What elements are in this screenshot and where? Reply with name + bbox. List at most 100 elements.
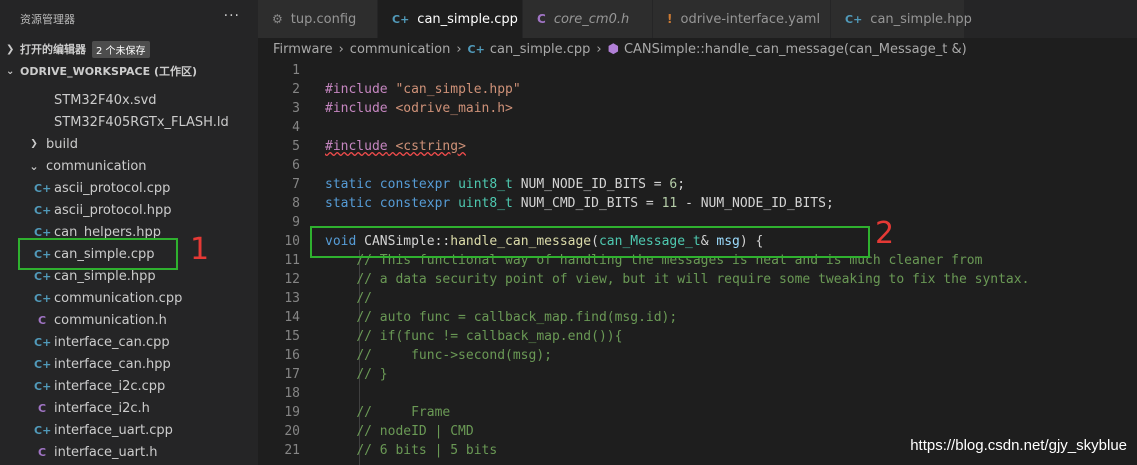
tab-can-simple-cpp[interactable]: C+ can_simple.cpp — [378, 0, 523, 38]
tab-core-cm0-h[interactable]: Ccore_cm0.h — [523, 0, 653, 38]
tree-item-label: interface_uart.cpp — [54, 422, 173, 438]
line-code: // a data security point of view, but it… — [356, 272, 1030, 287]
tree-item-label: communication.cpp — [54, 290, 183, 306]
tree-item-ascii-protocol-hpp[interactable]: C+ ascii_protocol.hpp — [34, 199, 172, 221]
chevron-down-icon: ⌄ — [6, 65, 15, 77]
tree-item-label: can_simple.hpp — [54, 268, 156, 284]
breadcrumb-communication[interactable]: communication — [350, 42, 451, 57]
tree-item-label: ascii_protocol.hpp — [54, 202, 172, 218]
line-code: static constexpr uint8_t NUM_NODE_ID_BIT… — [325, 177, 686, 192]
tree-item-stm32f40x-svd[interactable]: STM32F40x.svd — [34, 89, 157, 111]
explorer-sidebar: 资源管理器 ··· ❯ 打开的编辑器 2 个未保存 ⌄ ODRIVE_WORKS… — [0, 0, 258, 465]
cpp-file-icon: C+ — [34, 291, 52, 305]
tree-item-label: communication.h — [54, 312, 167, 328]
highlight-box-file — [18, 238, 178, 270]
tree-item-interface-can-hpp[interactable]: C+ interface_can.hpp — [34, 353, 171, 375]
tree-item-build[interactable]: ❯ build — [26, 133, 78, 155]
annotation-marker-1: 1 — [190, 232, 210, 267]
chevron-right-icon: › — [596, 41, 602, 57]
tree-item-communication-cpp[interactable]: C+ communication.cpp — [34, 287, 182, 309]
tree-item-label: interface_i2c.cpp — [54, 378, 166, 394]
tree-item-interface-i2c-cpp[interactable]: C+ interface_i2c.cpp — [34, 375, 165, 397]
cpp-file-icon: C+ — [467, 42, 485, 56]
cpp-file-icon: C+ — [34, 269, 52, 283]
tree-item-interface-i2c-h[interactable]: Cinterface_i2c.h — [34, 397, 150, 419]
tab-odrive-interface-yaml[interactable]: ! odrive-interface.yaml — [653, 0, 831, 38]
line-number: 18 — [284, 386, 300, 401]
cpp-file-icon: C+ — [34, 181, 52, 195]
open-editors-label: 打开的编辑器 — [20, 43, 86, 56]
line-code: // Frame — [356, 405, 451, 420]
line-number: 9 — [292, 215, 300, 230]
tab-can-simple-hpp[interactable]: C+ can_simple.hpp — [831, 0, 972, 38]
tree-item-ascii-protocol-cpp[interactable]: C+ ascii_protocol.cpp — [34, 177, 170, 199]
line-number: 4 — [292, 120, 300, 135]
tab-label: tup.config — [290, 11, 357, 27]
line-code: // 6 bits | 5 bits — [356, 443, 498, 458]
line-number: 10 — [284, 234, 300, 249]
line-number: 2 — [292, 82, 300, 97]
line-code: // } — [356, 367, 388, 382]
tree-item-communication-h[interactable]: Ccommunication.h — [34, 309, 167, 331]
tree-item-label: build — [46, 136, 78, 152]
watermark: https://blog.csdn.net/gjy_skyblue — [910, 437, 1127, 454]
cpp-file-icon: C+ — [34, 357, 52, 371]
method-icon: ⬢ — [607, 41, 619, 57]
tree-item-label: interface_uart.h — [54, 444, 158, 460]
tab-label: can_simple.hpp — [870, 11, 972, 27]
line-number: 12 — [284, 272, 300, 287]
tree-item-label: ascii_protocol.cpp — [54, 180, 171, 196]
tree-item-label: interface_i2c.h — [54, 400, 150, 416]
c-header-file-icon: C — [37, 445, 47, 459]
explorer-title: 资源管理器 — [20, 13, 75, 26]
tree-item-interface-can-cpp[interactable]: C+ interface_can.cpp — [34, 331, 170, 353]
tree-item-label: communication — [46, 158, 147, 174]
line-code: #include <cstring> — [325, 139, 466, 154]
line-code: #include <odrive_main.h> — [325, 101, 513, 116]
more-actions-icon[interactable]: ··· — [224, 8, 240, 24]
line-code: #include "can_simple.hpp" — [325, 82, 521, 97]
chevron-right-icon: › — [338, 41, 344, 57]
gear-icon: ⚙ — [272, 12, 283, 26]
breadcrumb: Firmware › communication › C+ can_simple… — [258, 38, 1137, 60]
cpp-file-icon: C+ — [34, 335, 52, 349]
line-number: 3 — [292, 101, 300, 116]
tree-item-label: STM32F405RGTx_FLASH.ld — [54, 114, 229, 130]
line-number: 13 — [284, 291, 300, 306]
workspace-section[interactable]: ⌄ ODRIVE_WORKSPACE (工作区) — [0, 60, 258, 82]
tree-item-stm32f405rgtx-flash-ld[interactable]: STM32F405RGTx_FLASH.ld — [34, 111, 229, 133]
tab-tup-config[interactable]: ⚙ tup.config — [258, 0, 378, 38]
c-header-file-icon: C — [537, 12, 546, 26]
breadcrumb-file[interactable]: can_simple.cpp — [490, 42, 591, 57]
line-number: 19 — [284, 405, 300, 420]
tree-item-interface-uart-cpp[interactable]: C+ interface_uart.cpp — [34, 419, 173, 441]
annotation-marker-2: 2 — [875, 216, 895, 251]
line-number: 14 — [284, 310, 300, 325]
line-number: 20 — [284, 424, 300, 439]
unsaved-badge: 2 个未保存 — [92, 40, 150, 58]
tree-item-communication[interactable]: ⌄ communication — [26, 155, 147, 177]
line-code: // nodeID | CMD — [356, 424, 474, 439]
cpp-file-icon: C+ — [34, 379, 52, 393]
line-number: 5 — [292, 139, 300, 154]
line-number: 8 — [292, 196, 300, 211]
breadcrumb-firmware[interactable]: Firmware — [273, 42, 333, 57]
line-number: 17 — [284, 367, 300, 382]
chevron-right-icon: › — [456, 41, 462, 57]
tab-label: core_cm0.h — [553, 11, 630, 27]
line-number: 7 — [292, 177, 300, 192]
highlight-box-function — [310, 226, 870, 258]
code-editor[interactable]: 1 2 #include "can_simple.hpp" 3 #include <od… — [258, 60, 1137, 465]
open-editors-section[interactable]: ❯ 打开的编辑器 2 个未保存 — [0, 38, 258, 60]
tree-item-interface-uart-h[interactable]: Cinterface_uart.h — [34, 441, 158, 463]
chevron-right-icon: ❯ — [6, 43, 15, 55]
cpp-file-icon: C+ — [34, 423, 52, 437]
line-number: 21 — [284, 443, 300, 458]
workspace-label: ODRIVE_WORKSPACE (工作区) — [20, 65, 198, 78]
chevron-right-icon: ❯ — [30, 139, 38, 149]
c-header-file-icon: C — [37, 313, 47, 327]
breadcrumb-symbol[interactable]: CANSimple::handle_can_message(can_Messag… — [624, 42, 967, 57]
cpp-file-icon: C+ — [845, 12, 863, 26]
line-number: 11 — [284, 253, 300, 268]
tab-label: can_simple.cpp — [417, 11, 518, 27]
